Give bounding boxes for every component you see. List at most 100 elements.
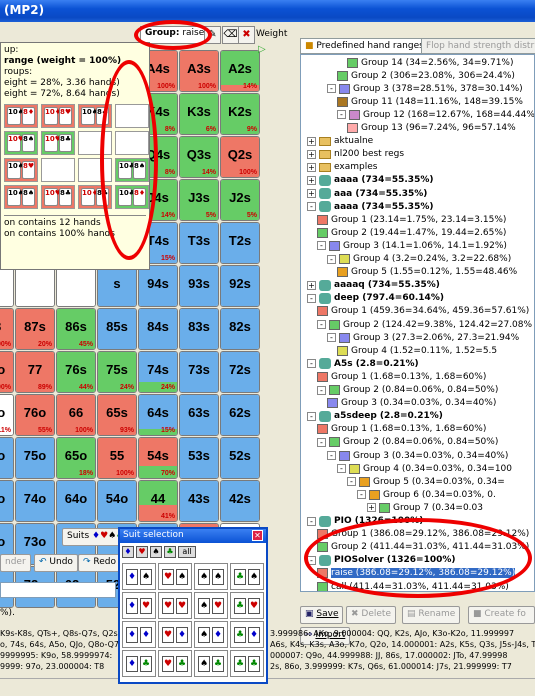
hand-cell[interactable]: 87s 20% [15,308,55,350]
suit-combo-button[interactable]: ♥ ♥ [158,592,192,619]
hand-cell[interactable]: 54o [97,480,137,522]
collapse-icon[interactable]: - [327,84,336,94]
hand-cell[interactable]: A2s 14% [220,50,260,92]
suit-combo-button[interactable]: ♠ ♥ [194,592,228,619]
collapse-icon[interactable]: - [327,254,336,264]
hand-cell[interactable]: A3s 100% [179,50,219,92]
tree-item[interactable]: - Group 4 (3.2=0.24%, 3.2=22.68%) [327,253,511,266]
hand-cell[interactable]: 94s [138,265,178,307]
collapse-icon[interactable]: - [347,477,356,487]
render-button[interactable]: nder [0,554,31,572]
hand-cell[interactable] [15,265,55,307]
tree-item[interactable]: Group 5 (1.55=0.12%, 1.55=48.46% [337,266,517,279]
hand-cell[interactable]: 75s 24% [97,351,137,393]
hand-cell[interactable]: 86o 11% [0,394,14,436]
collapse-icon[interactable]: - [317,320,326,329]
hand-cell[interactable]: 84s [138,308,178,350]
collapse-icon[interactable]: - [317,385,326,395]
tree-item[interactable]: raise (386.08=29.12%, 386.08=29.12%) [317,567,516,580]
tree-item[interactable]: Group 2 (19.44=1.47%, 19.44=2.65%) [317,226,506,239]
rename-button[interactable]: ▤ Rename [402,606,461,624]
expand-icon[interactable]: + [307,149,316,159]
expand-icon[interactable]: + [307,189,316,198]
hand-cell[interactable]: 54s 70% [138,437,178,479]
suit-combo-button[interactable]: ♠ ♠ [194,563,228,590]
tree-item[interactable]: Group 2 (411.44=31.03%, 411.44=31.03%) [317,541,529,554]
hand-cell[interactable]: 66 100% [56,394,96,436]
hand-cell[interactable]: 85s [97,308,137,350]
hand-cell[interactable]: 74s 24% [138,351,178,393]
tree-item[interactable]: - Group 3 (378=28.51%, 378=30.14%) [327,82,523,95]
undo-button[interactable]: ↶ Undo [34,554,78,572]
hand-cell[interactable]: 65o 18% [56,437,96,479]
close-icon[interactable]: ✖ [238,26,255,44]
expand-icon[interactable]: + [307,175,316,185]
hand-cell[interactable]: 73s [179,351,219,393]
tree-item[interactable]: + aktualne [307,135,373,148]
hand-cell[interactable]: 74o [15,480,55,522]
tree-item[interactable]: Group 4 (1.52=0.11%, 1.52=5.5 [337,344,497,357]
tree-item[interactable]: + aaaa (734=55.35%) [307,174,433,187]
hand-cell[interactable]: 52s [220,437,260,479]
hand-cell[interactable]: 76s 44% [56,351,96,393]
club-icon[interactable]: ♣ [164,546,176,558]
collapse-icon[interactable]: - [317,437,326,447]
tree-item[interactable]: + aaaaq (734=55.35%) [307,279,440,292]
tree-item[interactable]: - Group 12 (168=12.67%, 168=44.44% [337,108,534,121]
suit-combo-button[interactable]: ♣ ♦ [230,621,264,648]
suit-combo-button[interactable]: ♣ ♣ [230,650,264,677]
suit-combo-button[interactable]: ♦ ♠ [122,563,156,590]
hand-cell[interactable]: 76o 55% [15,394,55,436]
tree-item[interactable]: Group 1 (459.36=34.64%, 459.36=57.61%) [317,305,529,318]
hand-cell[interactable]: s [97,265,137,307]
tree-item[interactable]: Group 11 (148=11.16%, 148=39.15% [337,95,523,108]
hand-cell[interactable]: 64o [56,480,96,522]
pencil-icon[interactable]: ✎ [204,26,221,44]
tree-item[interactable]: - PIO (1326=100%) [307,515,423,528]
tree-item[interactable]: - Group 5 (0.34=0.03%, 0.34= [347,475,505,488]
range-input[interactable] [0,582,116,598]
tree-item[interactable]: Group 13 (96=7.24%, 96=57.14% [347,122,516,135]
collapse-icon[interactable]: - [337,110,346,120]
expand-icon[interactable]: + [367,503,376,513]
tree-item[interactable]: + nl200 best regs [307,148,404,161]
hand-cell[interactable]: 92s [220,265,260,307]
suit-combo-button[interactable]: ♦ ♥ [122,592,156,619]
diamond-icon[interactable]: ♦ [122,546,134,558]
hand-cell[interactable] [56,265,96,307]
suit-combo-button[interactable]: ♠ ♦ [194,621,228,648]
hand-cell[interactable]: T3s [179,222,219,264]
tree-item[interactable]: - a5sdeep (2.8=0.21%) [307,410,443,423]
hand-cell[interactable]: 82s [220,308,260,350]
expand-icon[interactable]: + [307,136,316,146]
all-suits-button[interactable]: all [178,546,196,558]
hand-cell[interactable]: 86s 45% [56,308,96,350]
hand-cell[interactable]: Q3s 14% [179,136,219,178]
tree-item[interactable]: + Group 7 (0.34=0.03 [367,501,483,514]
hand-cell[interactable]: K3s 6% [179,93,219,135]
hand-cell[interactable]: 53s [179,437,219,479]
hand-cell[interactable]: 84o [0,480,14,522]
tree-item[interactable]: - Group 2 (0.84=0.06%, 0.84=50%) [317,384,498,397]
weight-arrow-icon[interactable]: ▷ [258,44,266,55]
suit-combo-button[interactable]: ♦ ♦ [122,621,156,648]
eraser-icon[interactable]: ⌫ [222,26,239,44]
tree-item[interactable]: call (411.44=31.03%, 411.44=31.03%) [317,580,509,591]
hand-cell[interactable]: 72s [220,351,260,393]
tree-item[interactable]: - Group 3 (0.34=0.03%, 0.34=40%) [327,449,508,462]
hand-cell[interactable]: J3s 5% [179,179,219,221]
hand-cell[interactable]: 87o 100% [0,351,14,393]
hand-cell[interactable]: 88 100% [0,308,14,350]
spade-icon[interactable]: ♠ [150,546,162,558]
tree-item[interactable]: Group 14 (34=2.56%, 34=9.71%) [347,56,514,69]
hand-cell[interactable]: 85o [0,437,14,479]
tree-item[interactable]: Group 1 (1.68=0.13%, 1.68=60%) [317,423,486,436]
create-folder-button[interactable]: ■ Create fo [468,606,535,624]
suit-combo-button[interactable]: ♥ ♣ [158,650,192,677]
suit-combo-button[interactable]: ♦ ♣ [122,650,156,677]
tree-item[interactable]: - Group 2 (124.42=9.38%, 124.42=27.08% [317,318,532,331]
tree-item[interactable]: - Group 3 (14.1=1.06%, 14.1=1.92%) [317,239,507,252]
collapse-icon[interactable]: - [337,464,346,474]
tree-item[interactable]: - Group 3 (27.3=2.06%, 27.3=21.94% [327,331,519,344]
suit-combo-button[interactable]: ♣ ♥ [230,592,264,619]
